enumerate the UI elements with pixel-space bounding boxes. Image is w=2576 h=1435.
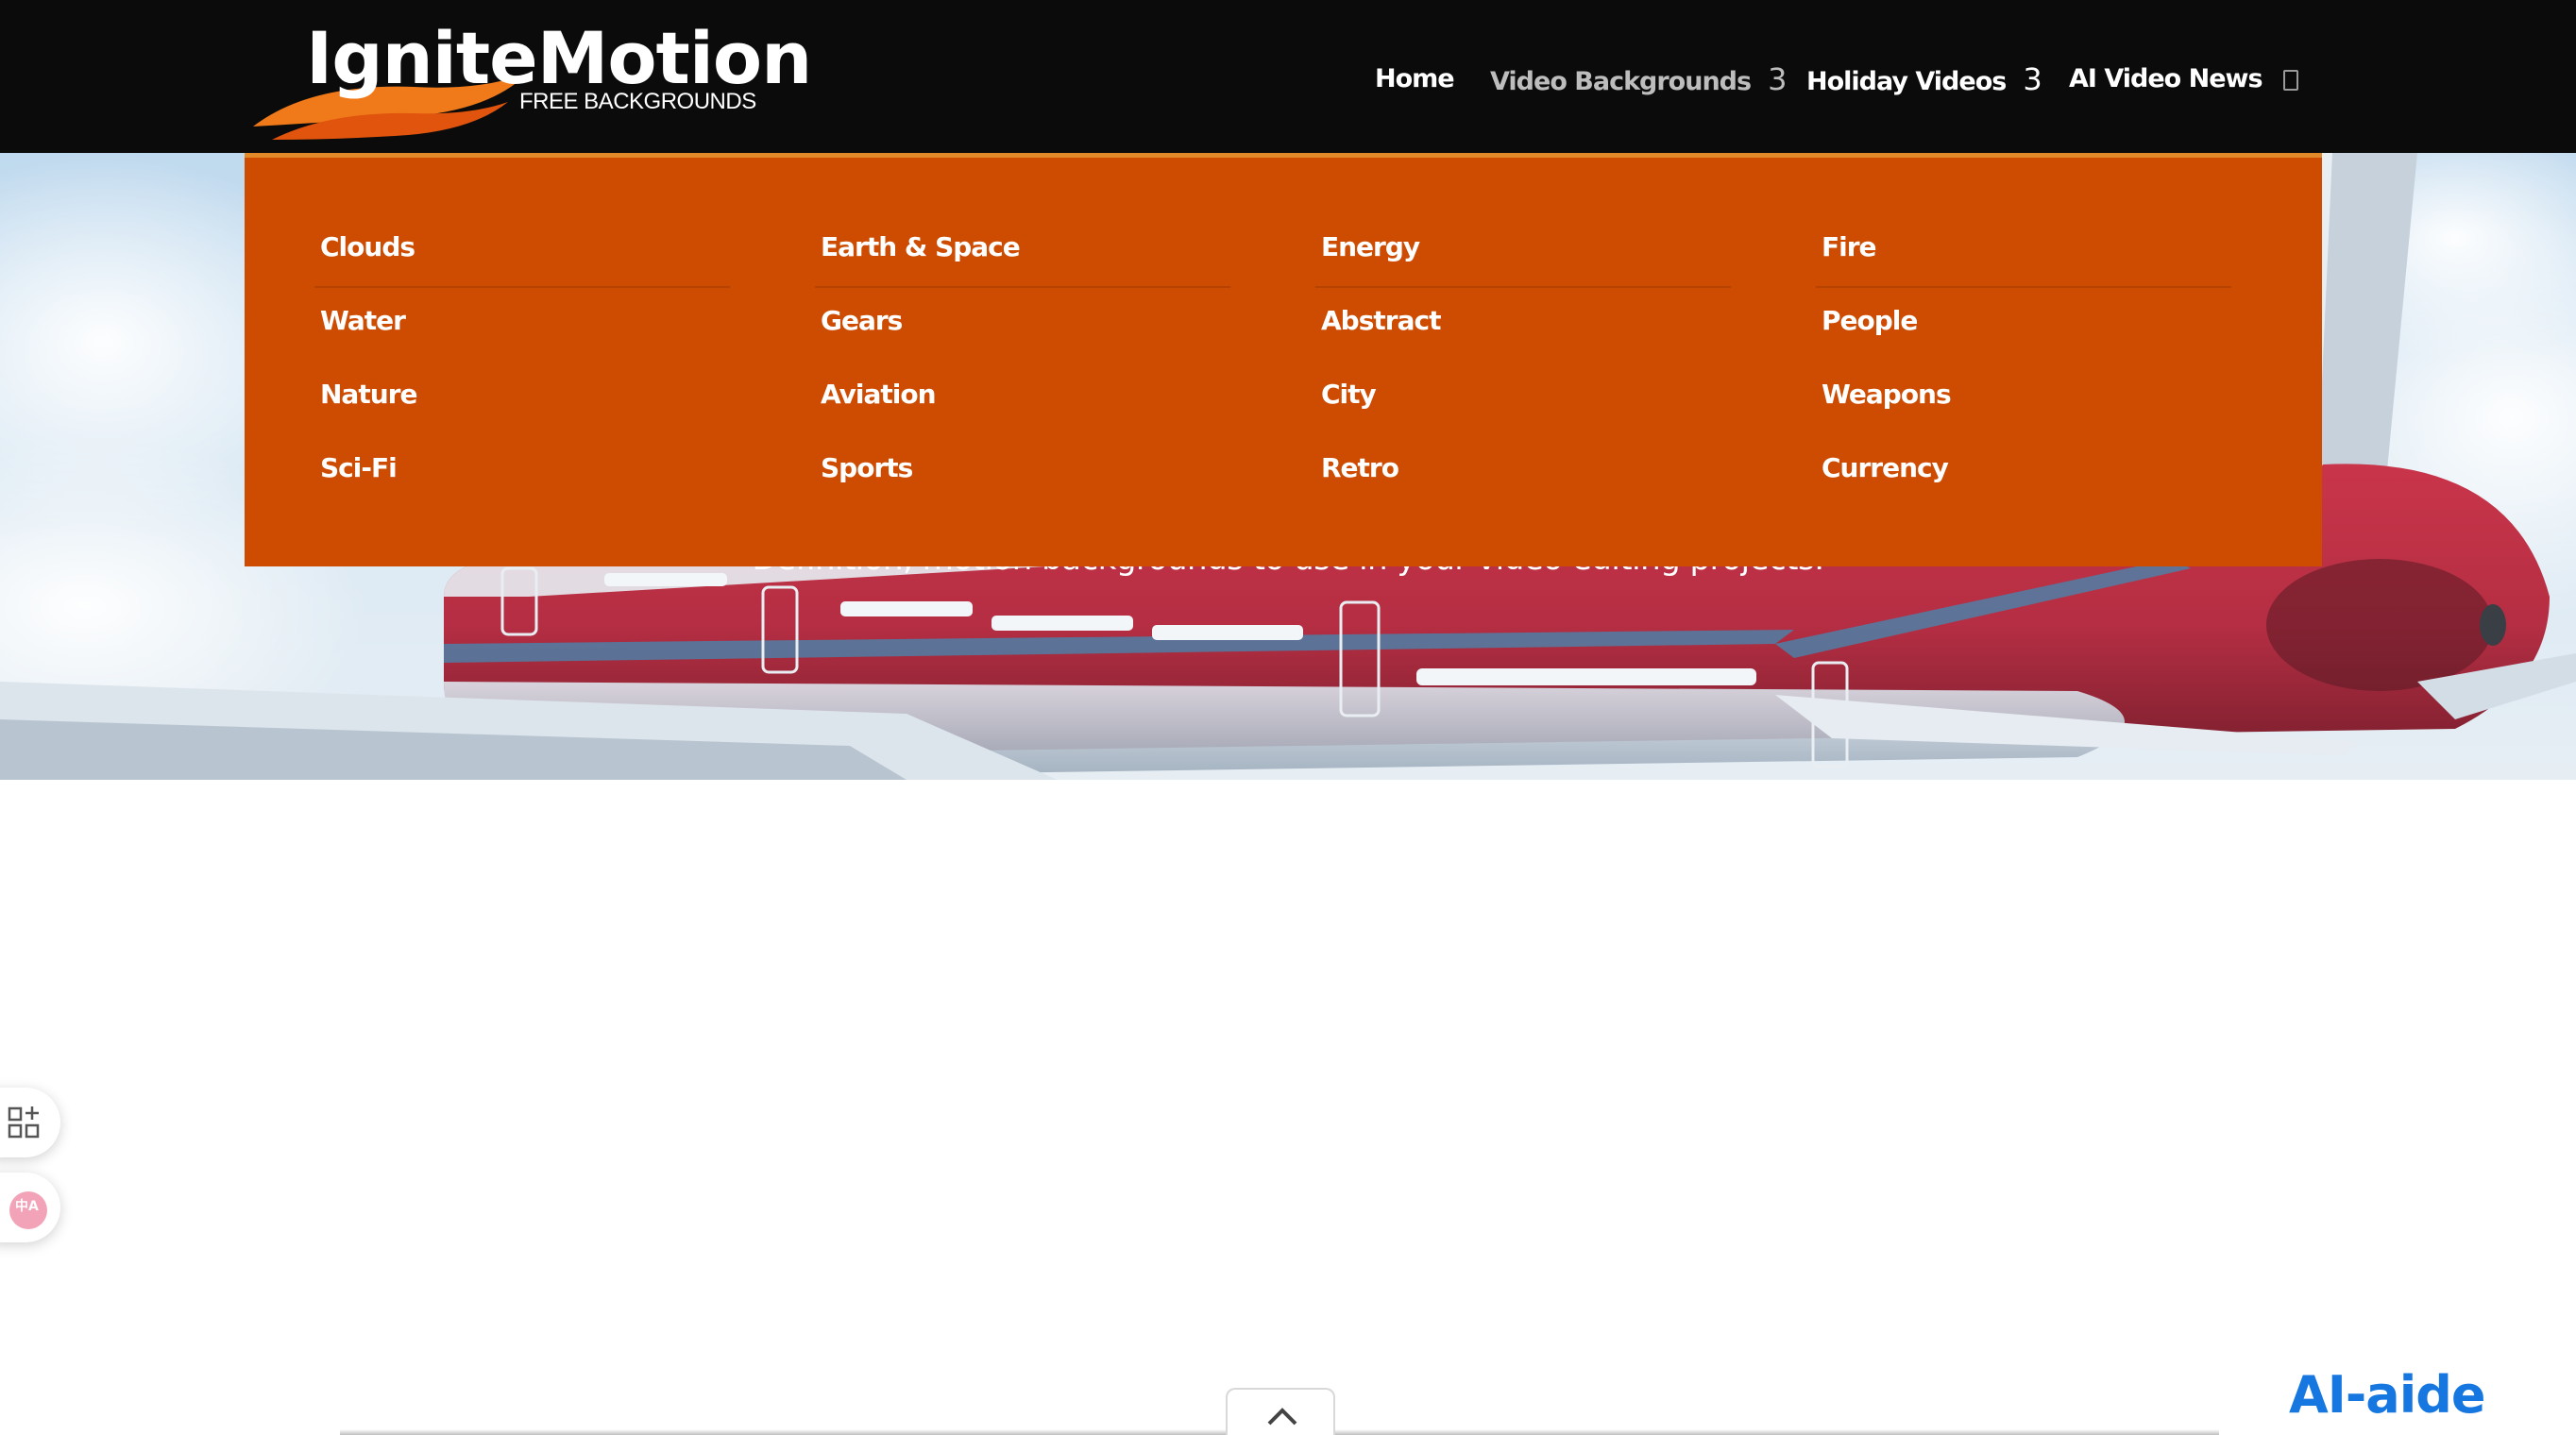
menu-item-weapons[interactable]: Weapons — [1822, 371, 1952, 418]
menu-divider — [815, 286, 1230, 288]
nav-home-label: Home — [1375, 64, 1455, 93]
menu-divider — [314, 286, 730, 288]
menu-item-people[interactable]: People — [1822, 297, 1918, 345]
page: Definition, motion backgrounds to use in… — [0, 0, 2576, 1435]
chevron-down-icon: 3 — [1768, 61, 1787, 97]
main-nav: Home Video Backgrounds 3 Holiday Videos 3 … — [0, 59, 2576, 100]
menu-item-sci-fi[interactable]: Sci-Fi — [320, 445, 398, 492]
translate-button[interactable]: 中A — [0, 1173, 60, 1242]
grid-plus-icon — [8, 1106, 40, 1139]
nav-holiday-videos[interactable]: Holiday Videos 3 — [1806, 59, 2042, 100]
nav-video-backgrounds[interactable]: Video Backgrounds 3 — [1490, 59, 1787, 100]
menu-item-retro[interactable]: Retro — [1321, 445, 1399, 492]
ai-aide-badge[interactable]: AI-aide — [2289, 1367, 2486, 1424]
translate-icon-text: 中A — [15, 1198, 39, 1214]
menu-item-sports[interactable]: Sports — [821, 445, 913, 492]
menu-item-water[interactable]: Water — [320, 297, 406, 345]
menu-item-nature[interactable]: Nature — [320, 371, 417, 418]
menu-item-earth-space[interactable]: Earth & Space — [821, 224, 1021, 271]
nav-video-backgrounds-label: Video Backgrounds — [1490, 67, 1752, 96]
menu-item-energy[interactable]: Energy — [1321, 224, 1420, 271]
menu-item-fire[interactable]: Fire — [1822, 224, 1877, 271]
menu-item-currency[interactable]: Currency — [1822, 445, 1949, 492]
translate-icon: 中A — [9, 1191, 47, 1229]
chevron-up-icon — [1267, 1408, 1297, 1426]
sidebar-tool-button[interactable] — [0, 1088, 60, 1157]
nav-ai-video-news-label: AI Video News — [2069, 64, 2263, 93]
menu-item-aviation[interactable]: Aviation — [821, 371, 937, 418]
menu-item-gears[interactable]: Gears — [821, 297, 903, 345]
search-icon[interactable] — [2283, 70, 2298, 91]
menu-item-abstract[interactable]: Abstract — [1321, 297, 1441, 345]
menu-item-clouds[interactable]: Clouds — [320, 224, 415, 271]
nav-ai-video-news[interactable]: AI Video News — [2069, 59, 2263, 100]
menu-divider — [1816, 286, 2231, 288]
menu-item-city[interactable]: City — [1321, 371, 1377, 418]
nav-home[interactable]: Home — [1375, 59, 1455, 100]
site-header: IgniteMotion FREE BACKGROUNDS Home Video… — [0, 0, 2576, 153]
nav-holiday-videos-label: Holiday Videos — [1806, 67, 2007, 96]
scroll-to-top-button[interactable] — [1226, 1388, 1335, 1435]
chevron-down-icon: 3 — [2023, 61, 2042, 97]
menu-divider — [1315, 286, 1731, 288]
video-backgrounds-mega-menu: Clouds Water Nature Sci-Fi Earth & Space… — [245, 153, 2322, 566]
